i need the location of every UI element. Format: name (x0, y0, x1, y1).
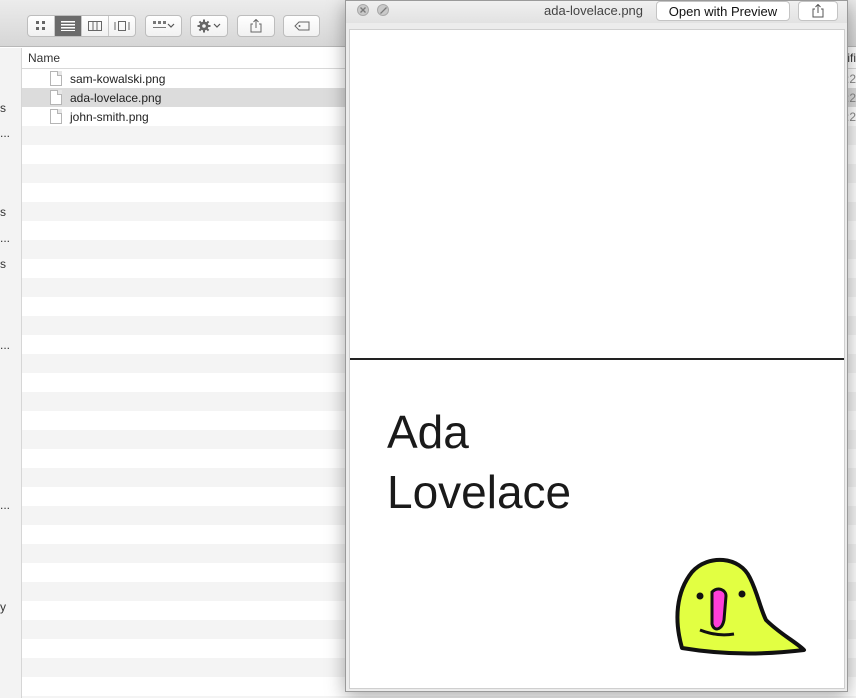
finder-sidebar: s ... s ... s ... ... y (0, 48, 22, 698)
sidebar-item-fragment[interactable]: s (0, 205, 6, 219)
png-file-icon (50, 109, 62, 124)
share-icon (812, 4, 824, 18)
finder-share-button[interactable] (237, 15, 275, 37)
file-name: john-smith.png (70, 110, 149, 124)
date-modified-column-header[interactable]: ifi (847, 51, 856, 65)
sidebar-item-fragment[interactable]: ... (0, 338, 10, 352)
parrot-icon (675, 557, 806, 656)
view-mode-segmented-control (27, 15, 136, 37)
close-button[interactable] (357, 4, 369, 16)
sidebar-item-fragment[interactable]: s (0, 101, 6, 115)
file-name: sam-kowalski.png (70, 72, 166, 86)
arrange-button[interactable] (145, 15, 182, 37)
tag-button[interactable] (283, 15, 320, 37)
name-column-header[interactable]: Name (28, 51, 60, 65)
quicklook-titlebar: ada-lovelace.png Open with Preview (346, 1, 847, 23)
close-icon (360, 7, 366, 13)
action-button[interactable] (190, 15, 228, 37)
quicklook-title: ada-lovelace.png (544, 3, 644, 18)
column-view-button[interactable] (82, 16, 109, 36)
sidebar-item-fragment[interactable]: y (0, 600, 6, 614)
open-with-preview-button[interactable]: Open with Preview (656, 1, 790, 21)
fullscreen-button[interactable] (377, 4, 389, 16)
icon-view-button[interactable] (28, 16, 55, 36)
card-name-text: Ada Lovelace (387, 402, 571, 522)
fullscreen-icon (379, 6, 387, 14)
sidebar-item-fragment[interactable]: s (0, 257, 6, 271)
columns-icon (88, 21, 102, 31)
card-fold-line (350, 358, 844, 360)
cover-flow-view-button[interactable] (109, 16, 135, 36)
quicklook-window: ada-lovelace.png Open with Preview Ada L… (345, 0, 848, 692)
list-view-button[interactable] (55, 16, 82, 36)
sidebar-item-fragment[interactable]: ... (0, 498, 10, 512)
card-last-name: Lovelace (387, 466, 572, 518)
arrange-grid-icon (152, 21, 174, 28)
sidebar-item-fragment[interactable]: ... (0, 126, 10, 140)
icon-grid-icon (36, 21, 45, 30)
quicklook-share-button[interactable] (798, 1, 838, 21)
image-preview: Ada Lovelace (349, 29, 845, 689)
png-file-icon (50, 90, 62, 105)
sidebar-item-fragment[interactable]: ... (0, 231, 10, 245)
list-lines-icon (61, 21, 75, 31)
gear-icon (197, 19, 221, 33)
png-file-icon (50, 71, 62, 86)
tag-icon (293, 21, 309, 31)
share-icon (250, 19, 262, 33)
file-name: ada-lovelace.png (70, 91, 162, 105)
cover-flow-icon (114, 21, 130, 31)
card-first-name: Ada (387, 406, 469, 458)
